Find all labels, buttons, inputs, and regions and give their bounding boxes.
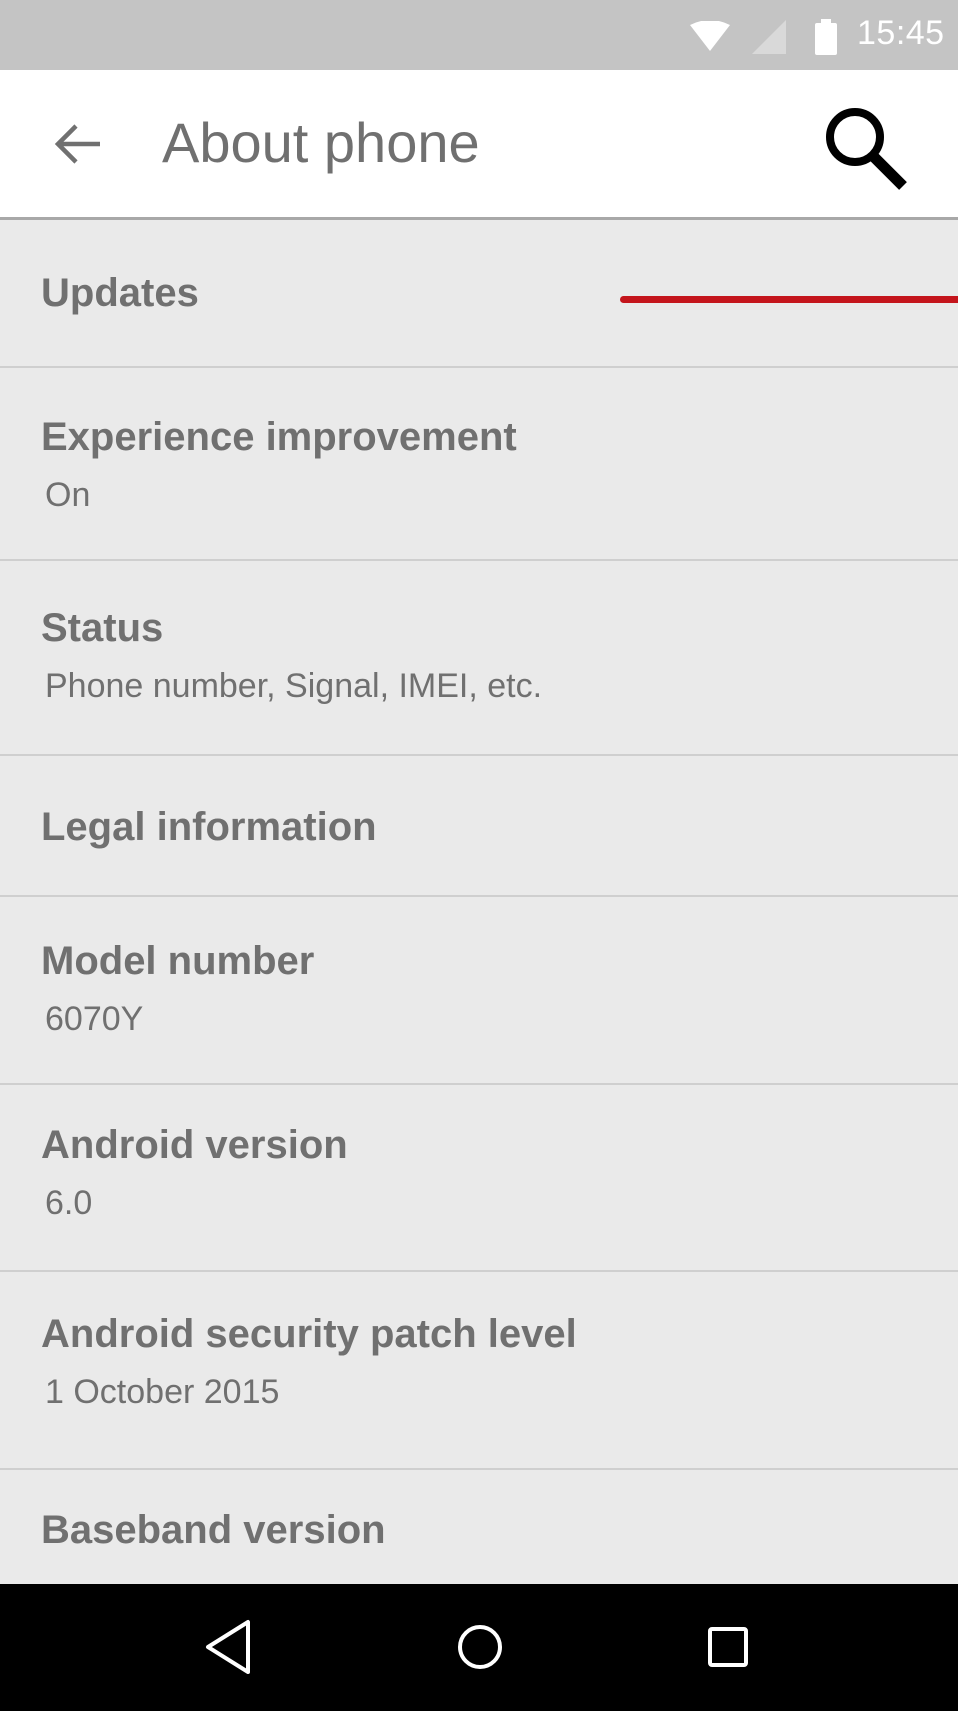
list-item-summary: 6.0 [45, 1184, 93, 1222]
app-bar: About phone [0, 70, 958, 220]
search-icon [826, 108, 907, 190]
arrow-back-icon [54, 124, 100, 164]
list-item-security-patch-level[interactable]: Android security patch level 1 October 2… [0, 1272, 958, 1470]
list-item-legal-information[interactable]: Legal information [0, 756, 958, 897]
back-button[interactable] [52, 118, 104, 170]
nav-recents-icon[interactable] [700, 1612, 756, 1687]
list-item-title: Updates [41, 271, 199, 315]
update-progress-indicator [620, 296, 958, 303]
list-item-title: Experience improvement [41, 415, 517, 459]
list-item-title: Android security patch level [41, 1312, 577, 1356]
nav-back-icon[interactable] [200, 1612, 256, 1687]
page-title: About phone [162, 111, 480, 174]
list-item-status[interactable]: Status Phone number, Signal, IMEI, etc. [0, 561, 958, 756]
list-item-title: Legal information [41, 805, 377, 849]
list-item-title: Baseband version [41, 1508, 386, 1552]
search-button[interactable] [815, 100, 915, 200]
list-item-summary: 1 October 2015 [45, 1373, 280, 1411]
status-clock: 15:45 [857, 14, 945, 52]
list-item-summary: Phone number, Signal, IMEI, etc. [45, 667, 543, 705]
battery-icon [815, 19, 837, 60]
list-item-title: Android version [41, 1123, 348, 1167]
navigation-bar [0, 1584, 958, 1711]
list-item-updates[interactable]: Updates [0, 220, 958, 368]
settings-list[interactable]: Updates Experience improvement On Status… [0, 220, 958, 1584]
list-item-android-version[interactable]: Android version 6.0 [0, 1085, 958, 1272]
nav-home-icon[interactable] [452, 1612, 508, 1687]
list-item-title: Model number [41, 939, 315, 983]
list-item-baseband-version[interactable]: Baseband version [0, 1470, 958, 1584]
list-item-model-number[interactable]: Model number 6070Y [0, 897, 958, 1085]
wifi-icon [690, 20, 730, 58]
list-item-experience-improvement[interactable]: Experience improvement On [0, 368, 958, 561]
list-item-title: Status [41, 606, 164, 650]
list-item-summary: On [45, 476, 91, 514]
list-item-summary: 6070Y [45, 1000, 144, 1038]
status-bar: 15:45 [0, 0, 958, 70]
cell-signal-icon [752, 20, 786, 59]
